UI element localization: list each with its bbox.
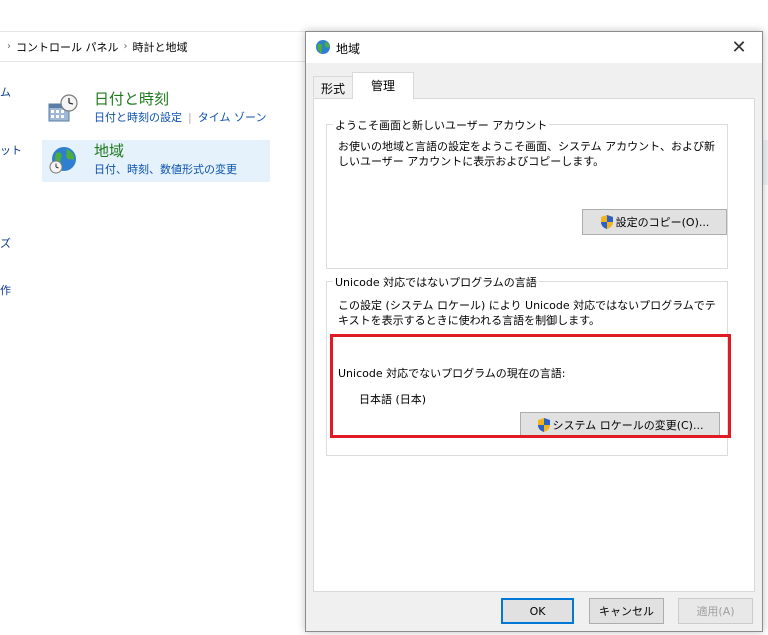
link-set-date-time[interactable]: 日付と時刻の設定 — [94, 111, 182, 124]
sidebar-item[interactable]: ズ — [0, 235, 11, 251]
close-icon: ✕ — [731, 37, 747, 58]
chevron-right-icon: › — [123, 41, 128, 52]
globe-clock-icon — [49, 147, 76, 174]
sidebar-item[interactable]: ム — [0, 84, 11, 100]
breadcrumb-control-panel[interactable]: コントロール パネル — [16, 39, 119, 55]
welcome-screen-group: ようこそ画面と新しいユーザー アカウント お使いの地域と言語の設定をようこそ画面… — [326, 117, 728, 269]
breadcrumb-clock-region[interactable]: 時計と地域 — [133, 39, 188, 55]
category-date-time[interactable]: 日付と時刻 日付と時刻の設定 | タイム ゾーン — [42, 88, 270, 130]
category-region[interactable]: 地域 日付、時刻、数値形式の変更 — [42, 140, 270, 182]
sidebar-item[interactable]: ット — [0, 142, 22, 158]
link-time-zone[interactable]: タイム ゾーン — [198, 111, 267, 124]
sidebar-item[interactable]: 作 — [0, 282, 11, 298]
calendar-clock-icon — [48, 94, 78, 122]
copy-settings-button[interactable]: 設定のコピー(O)... — [582, 209, 727, 235]
globe-icon — [316, 40, 330, 54]
category-title[interactable]: 日付と時刻 — [94, 88, 169, 109]
group-legend: ようこそ画面と新しいユーザー アカウント — [333, 117, 550, 133]
link-separator: | — [188, 111, 192, 124]
category-links: 日付と時刻の設定 | タイム ゾーン — [94, 109, 266, 125]
chevron-right-icon: › — [7, 41, 11, 52]
dialog-titlebar[interactable]: 地域 ✕ — [306, 32, 762, 63]
tab-formats[interactable]: 形式 — [313, 76, 353, 97]
group-description: この設定 (システム ロケール) により Unicode 対応ではないプログラム… — [338, 299, 716, 327]
close-button[interactable]: ✕ — [716, 32, 762, 63]
ok-button[interactable]: OK — [501, 598, 574, 624]
cancel-button[interactable]: キャンセル — [589, 598, 664, 624]
window-top-area — [0, 0, 768, 31]
uac-shield-icon — [600, 215, 613, 229]
highlight-annotation-box — [330, 334, 731, 438]
category-title[interactable]: 地域 — [94, 140, 124, 161]
copy-settings-label: 設定のコピー(O)... — [615, 216, 710, 229]
link-change-formats[interactable]: 日付、時刻、数値形式の変更 — [94, 163, 237, 176]
category-links: 日付、時刻、数値形式の変更 — [94, 161, 237, 177]
group-legend: Unicode 対応ではないプログラムの言語 — [333, 274, 539, 290]
tab-administrative[interactable]: 管理 — [352, 72, 414, 99]
group-description: お使いの地域と言語の設定をようこそ画面、システム アカウント、および新しいユーザ… — [338, 140, 715, 168]
apply-button[interactable]: 適用(A) — [678, 598, 753, 624]
dialog-title: 地域 — [336, 42, 361, 56]
region-dialog: 地域 ✕ 形式 管理 ようこそ画面と新しいユーザー アカウント お使いの地域と言… — [305, 31, 763, 632]
control-panel-sidebar: ム ット ズ 作 — [0, 62, 40, 635]
breadcrumb: › コントロール パネル › 時計と地域 — [0, 31, 310, 62]
